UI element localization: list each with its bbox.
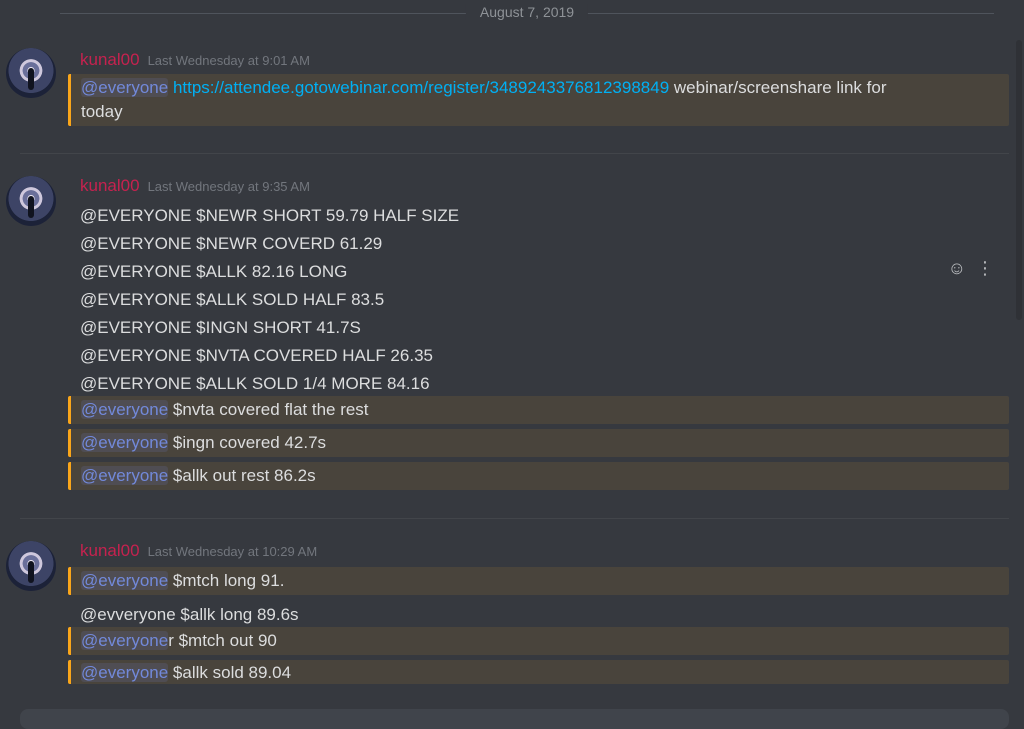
- message-line: @EVERYONE $INGN SHORT 41.7S: [80, 318, 361, 337]
- username[interactable]: kunal00: [80, 50, 140, 70]
- more-options-icon[interactable]: ⋮: [976, 258, 994, 279]
- message-group: kunal00 Last Wednesday at 10:29 AM @ever…: [0, 535, 1024, 690]
- mention-message: @everyone $mtch long 91.: [68, 567, 1009, 595]
- message-line: @EVERYONE $ALLK SOLD HALF 83.5: [80, 290, 385, 309]
- timestamp: Last Wednesday at 9:35 AM: [147, 179, 310, 194]
- message-text: @everyoner $mtch out 90: [81, 629, 949, 653]
- mention-message: @everyone $allk out rest 86.2s: [68, 462, 1009, 490]
- message-group: kunal00 Last Wednesday at 9:35 AM @EVERY…: [0, 170, 1024, 500]
- username[interactable]: kunal00: [80, 176, 140, 196]
- mention-message: @everyone $ingn covered 42.7s: [68, 429, 1009, 457]
- message-text: @everyone $ingn covered 42.7s: [81, 431, 949, 455]
- mention-tag[interactable]: @everyone: [81, 433, 169, 452]
- group-separator: [20, 153, 1009, 154]
- mention-tag[interactable]: @everyone: [81, 78, 169, 97]
- mention-message: @everyone $nvta covered flat the rest: [68, 396, 1009, 424]
- mention-tag[interactable]: @everyone: [81, 631, 169, 650]
- scrollbar[interactable]: [1016, 40, 1022, 320]
- mention-tag[interactable]: @everyone: [81, 400, 169, 419]
- message-group: kunal00 Last Wednesday at 9:01 AM @every…: [0, 44, 1024, 134]
- message-header: kunal00 Last Wednesday at 10:29 AM: [80, 541, 317, 563]
- message-line: @EVERYONE $NEWR COVERD 61.29: [80, 234, 383, 253]
- message-text-part: $ingn covered 42.7s: [168, 433, 327, 452]
- group-separator: [20, 518, 1009, 519]
- avatar[interactable]: [6, 541, 56, 591]
- avatar[interactable]: [6, 48, 56, 98]
- message-header: kunal00 Last Wednesday at 9:35 AM: [80, 176, 310, 198]
- mention-message: @everyone $allk sold 89.04: [68, 660, 1009, 684]
- message-line: @evveryone $allk long 89.6s: [80, 605, 299, 624]
- mention-tag[interactable]: @everyone: [81, 466, 169, 485]
- message-text: @everyone $nvta covered flat the rest: [81, 398, 949, 422]
- timestamp: Last Wednesday at 10:29 AM: [147, 544, 318, 559]
- message-line: @EVERYONE $ALLK 82.16 LONG: [80, 262, 348, 281]
- message-text: @everyone https://attendee.gotowebinar.c…: [81, 76, 949, 124]
- message-text-part: $nvta covered flat the rest: [168, 400, 369, 419]
- message-hover-actions: ☺ ⋮: [948, 258, 994, 279]
- message-text-part: r $mtch out 90: [168, 631, 277, 650]
- message-input[interactable]: [20, 709, 1009, 729]
- mention-message: @everyone https://attendee.gotowebinar.c…: [68, 74, 1009, 126]
- message-header: kunal00 Last Wednesday at 9:01 AM: [80, 50, 310, 72]
- add-reaction-icon[interactable]: ☺: [948, 258, 966, 279]
- message-line: @EVERYONE $NVTA COVERED HALF 26.35: [80, 346, 433, 365]
- message-line: @EVERYONE $NEWR SHORT 59.79 HALF SIZE: [80, 206, 460, 225]
- mention-tag[interactable]: @everyone: [81, 663, 169, 682]
- message-text-part: today: [81, 102, 123, 121]
- message-text-part: webinar/screenshare link for: [673, 78, 887, 97]
- message-text: @everyone $allk out rest 86.2s: [81, 464, 949, 488]
- message-text-part: $allk sold 89.04: [168, 663, 292, 682]
- username[interactable]: kunal00: [80, 541, 140, 561]
- message-link[interactable]: https://attendee.gotowebinar.com/registe…: [173, 78, 669, 97]
- timestamp: Last Wednesday at 9:01 AM: [147, 53, 310, 68]
- message-line: @EVERYONE $ALLK SOLD 1/4 MORE 84.16: [80, 374, 430, 393]
- avatar[interactable]: [6, 176, 56, 226]
- message-text: @everyone $allk sold 89.04: [81, 661, 949, 684]
- message-text-part: $allk out rest 86.2s: [168, 466, 316, 485]
- message-text-part: $mtch long 91.: [168, 571, 285, 590]
- mention-tag[interactable]: @everyone: [81, 571, 169, 590]
- date-label: August 7, 2019: [465, 4, 589, 20]
- message-text: @everyone $mtch long 91.: [81, 569, 949, 593]
- mention-message: @everyoner $mtch out 90: [68, 627, 1009, 655]
- date-divider: August 7, 2019: [60, 0, 994, 28]
